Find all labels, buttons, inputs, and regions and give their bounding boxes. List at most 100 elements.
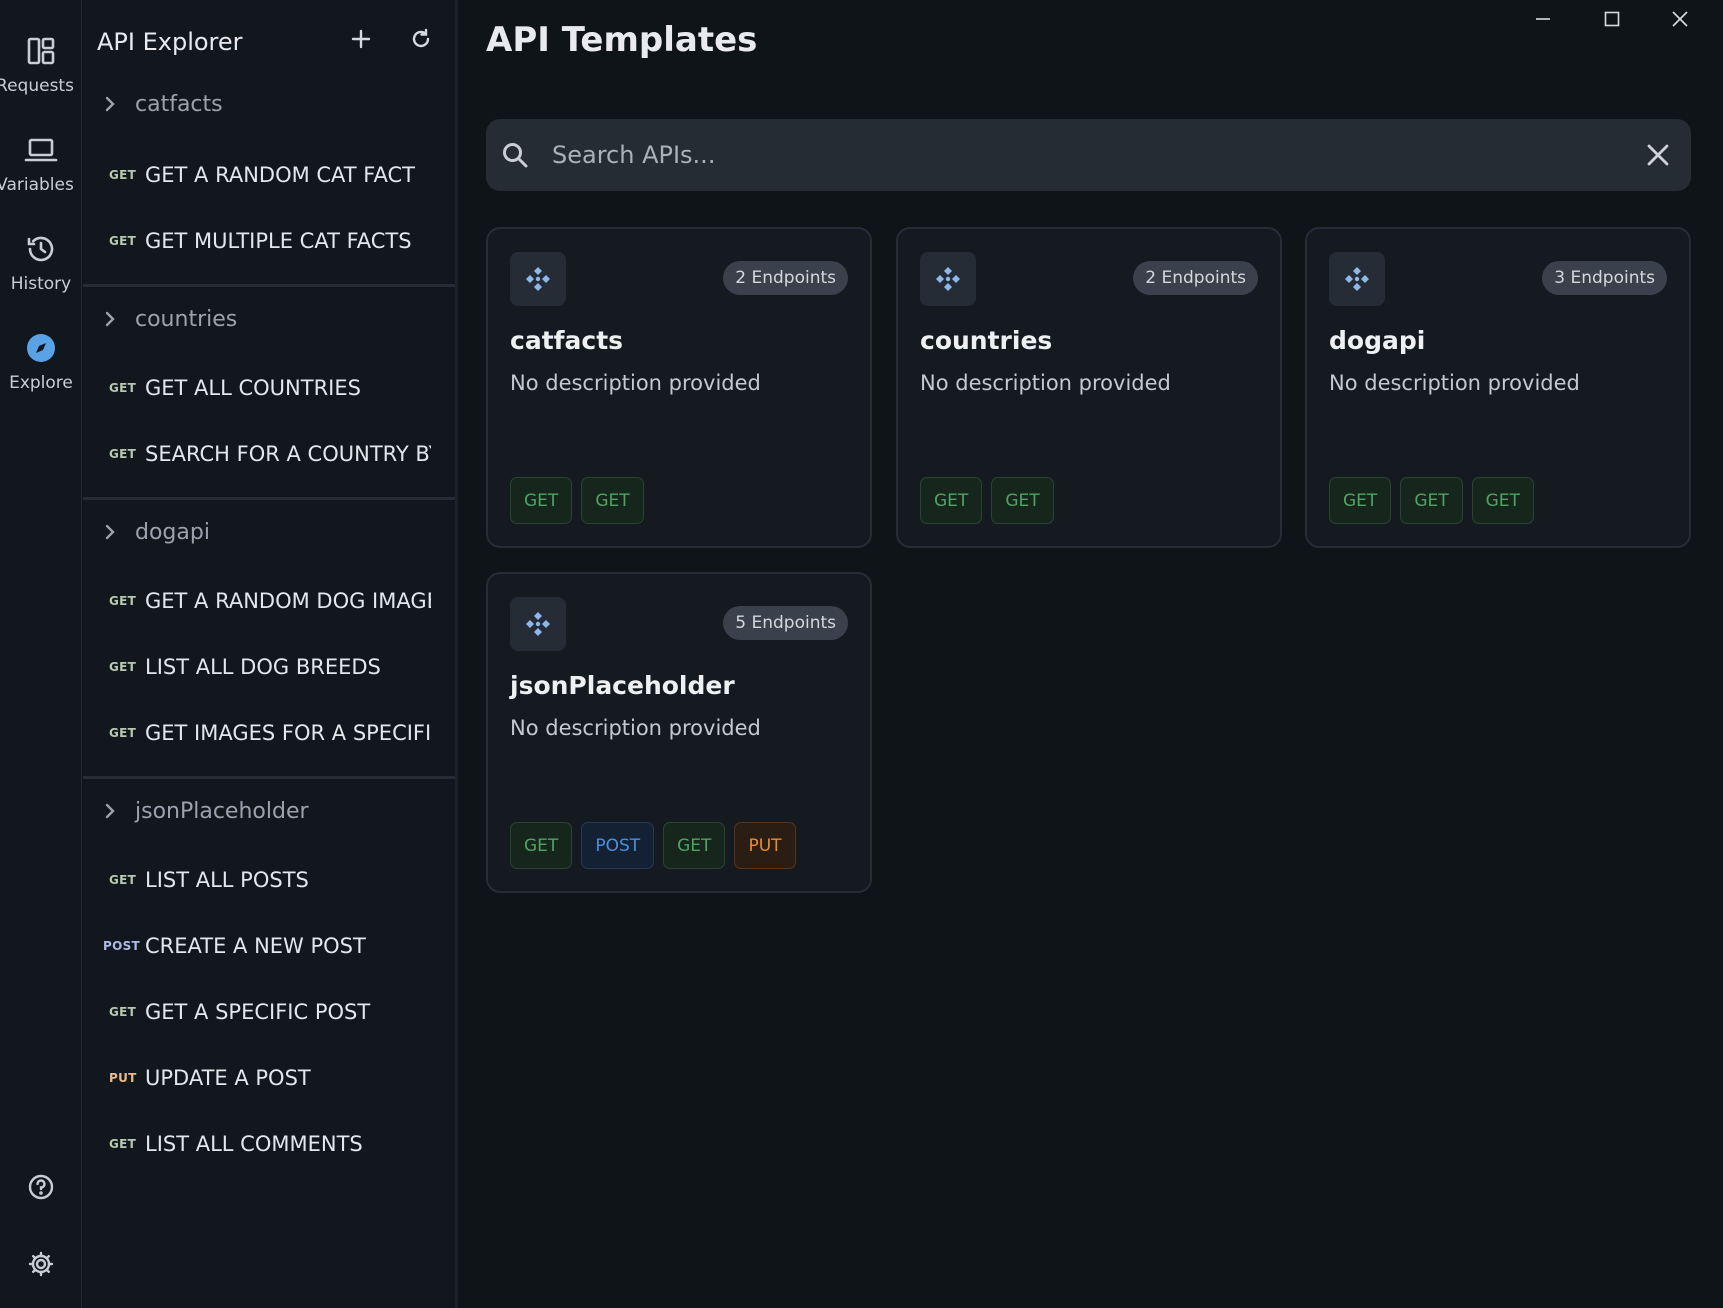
- endpoint-item[interactable]: GET GET A SPECIFIC POST: [83, 979, 455, 1045]
- minimize-button[interactable]: [1523, 6, 1563, 36]
- main-content: API Templates 2 Endpoints catfacts No desc…: [461, 0, 1723, 1308]
- method-chip: GET: [1329, 477, 1392, 524]
- rail-item-requests[interactable]: Requests: [0, 34, 82, 96]
- api-description: No description provided: [510, 371, 761, 395]
- api-name: dogapi: [1329, 326, 1426, 355]
- endpoint-item[interactable]: GET LIST ALL COMMENTS: [83, 1111, 455, 1177]
- rail-item-label: Requests: [0, 76, 74, 96]
- explorer-title: API Explorer: [97, 28, 243, 56]
- endpoint-name: LIST ALL COMMENTS: [145, 1132, 363, 1156]
- api-icon: [920, 252, 976, 306]
- endpoint-name: SEARCH FOR A COUNTRY BY: [145, 442, 431, 466]
- endpoint-item[interactable]: GET SEARCH FOR A COUNTRY BY: [83, 421, 455, 487]
- method-badge: GET: [109, 1005, 137, 1019]
- endpoint-item[interactable]: GET GET A RANDOM CAT FACT: [83, 142, 455, 208]
- api-icon: [510, 597, 566, 651]
- collection-group: jsonPlaceholder GET LIST ALL POSTS POST CREA…: [83, 776, 455, 1187]
- endpoint-name: LIST ALL DOG BREEDS: [145, 655, 381, 679]
- method-badge: GET: [109, 1137, 137, 1151]
- method-badge: GET: [109, 726, 137, 740]
- method-list: GET GET: [920, 477, 1054, 524]
- rail-item-label: Variables: [0, 175, 74, 195]
- explorer-header: API Explorer: [83, 0, 455, 84]
- rail-item-history[interactable]: History: [0, 232, 82, 294]
- api-card-catfacts[interactable]: 2 Endpoints catfacts No description provid…: [486, 227, 872, 548]
- refresh-icon: [410, 28, 432, 54]
- refresh-button[interactable]: [406, 26, 436, 56]
- method-chip: GET: [663, 822, 726, 869]
- endpoint-name: LIST ALL POSTS: [145, 868, 309, 892]
- endpoint-count-badge: 2 Endpoints: [1133, 261, 1258, 295]
- collection-header-dogapi[interactable]: dogapi: [83, 500, 455, 564]
- collection-group: dogapi GET GET A RANDOM DOG IMAGE GET LIST A…: [83, 497, 455, 776]
- method-badge: GET: [109, 447, 137, 461]
- api-card-dogapi[interactable]: 3 Endpoints dogapi No description provided…: [1305, 227, 1691, 548]
- endpoint-name: UPDATE A POST: [145, 1066, 311, 1090]
- endpoint-item[interactable]: GET GET MULTIPLE CAT FACTS: [83, 208, 455, 274]
- compass-icon: [24, 331, 58, 365]
- search-icon: [501, 140, 531, 170]
- method-badge: GET: [109, 660, 137, 674]
- help-button[interactable]: [0, 1173, 82, 1205]
- minimize-icon: [1534, 10, 1552, 32]
- layout-icon: [24, 34, 58, 68]
- search-input[interactable]: [552, 141, 1641, 169]
- rail-item-label: Explore: [9, 373, 73, 393]
- method-chip: GET: [920, 477, 983, 524]
- gear-icon: [27, 1250, 55, 1282]
- endpoint-name: GET MULTIPLE CAT FACTS: [145, 229, 412, 253]
- chevron-right-icon: [103, 309, 123, 329]
- endpoint-item[interactable]: GET GET A RANDOM DOG IMAGE: [83, 568, 455, 634]
- add-collection-button[interactable]: [346, 26, 376, 56]
- api-card-countries[interactable]: 2 Endpoints countries No description provi…: [896, 227, 1282, 548]
- close-window-button[interactable]: [1660, 6, 1700, 36]
- method-badge: POST: [103, 939, 141, 953]
- method-badge: GET: [109, 168, 137, 182]
- clear-search-button[interactable]: [1641, 138, 1675, 172]
- method-badge: GET: [109, 234, 137, 248]
- api-description: No description provided: [920, 371, 1171, 395]
- collection-name: catfacts: [135, 91, 223, 117]
- method-chip: GET: [1471, 477, 1534, 524]
- endpoint-name: GET A SPECIFIC POST: [145, 1000, 371, 1024]
- collection-group: catfacts GET GET A RANDOM CAT FACT GET GET M…: [83, 84, 455, 284]
- collection-header-countries[interactable]: countries: [83, 287, 455, 351]
- endpoint-name: GET A RANDOM DOG IMAGE: [145, 589, 431, 613]
- endpoint-item[interactable]: PUT UPDATE A POST: [83, 1045, 455, 1111]
- method-chip: GET: [991, 477, 1054, 524]
- api-description: No description provided: [1329, 371, 1580, 395]
- endpoint-item[interactable]: GET GET IMAGES FOR A SPECIFIC: [83, 700, 455, 766]
- endpoint-item[interactable]: GET LIST ALL POSTS: [83, 847, 455, 913]
- method-badge: PUT: [109, 1071, 137, 1085]
- endpoint-item[interactable]: GET LIST ALL DOG BREEDS: [83, 634, 455, 700]
- api-name: catfacts: [510, 326, 624, 355]
- method-badge: GET: [109, 873, 137, 887]
- collection-header-jsonPlaceholder[interactable]: jsonPlaceholder: [83, 779, 455, 843]
- api-name: countries: [920, 326, 1053, 355]
- collection-name: jsonPlaceholder: [135, 798, 309, 824]
- method-chip: GET: [581, 477, 644, 524]
- api-description: No description provided: [510, 716, 761, 740]
- endpoint-item[interactable]: POST CREATE A NEW POST: [83, 913, 455, 979]
- settings-button[interactable]: [0, 1250, 82, 1282]
- maximize-icon: [1603, 10, 1621, 32]
- endpoint-name: GET IMAGES FOR A SPECIFIC: [145, 721, 431, 745]
- collection-header-catfacts[interactable]: catfacts: [83, 84, 455, 124]
- endpoint-item[interactable]: GET GET ALL COUNTRIES: [83, 355, 455, 421]
- method-chip: GET: [510, 477, 573, 524]
- close-icon: [1671, 10, 1689, 32]
- method-chip: PUT: [734, 822, 796, 869]
- method-list: GET GET GET: [1329, 477, 1534, 524]
- api-icon: [510, 252, 566, 306]
- endpoint-name: GET A RANDOM CAT FACT: [145, 163, 415, 187]
- rail-item-variables[interactable]: Variables: [0, 133, 82, 195]
- api-card-jsonPlaceholder[interactable]: 5 Endpoints jsonPlaceholder No description…: [486, 572, 872, 893]
- api-icon: [1329, 252, 1385, 306]
- collection-name: countries: [135, 306, 238, 332]
- chevron-right-icon: [103, 94, 123, 114]
- rail-item-explore[interactable]: Explore: [0, 331, 82, 393]
- plus-icon: [350, 28, 372, 54]
- method-chip: GET: [1400, 477, 1463, 524]
- maximize-button[interactable]: [1592, 6, 1632, 36]
- collection-group: countries GET GET ALL COUNTRIES GET SEARCH F…: [83, 284, 455, 497]
